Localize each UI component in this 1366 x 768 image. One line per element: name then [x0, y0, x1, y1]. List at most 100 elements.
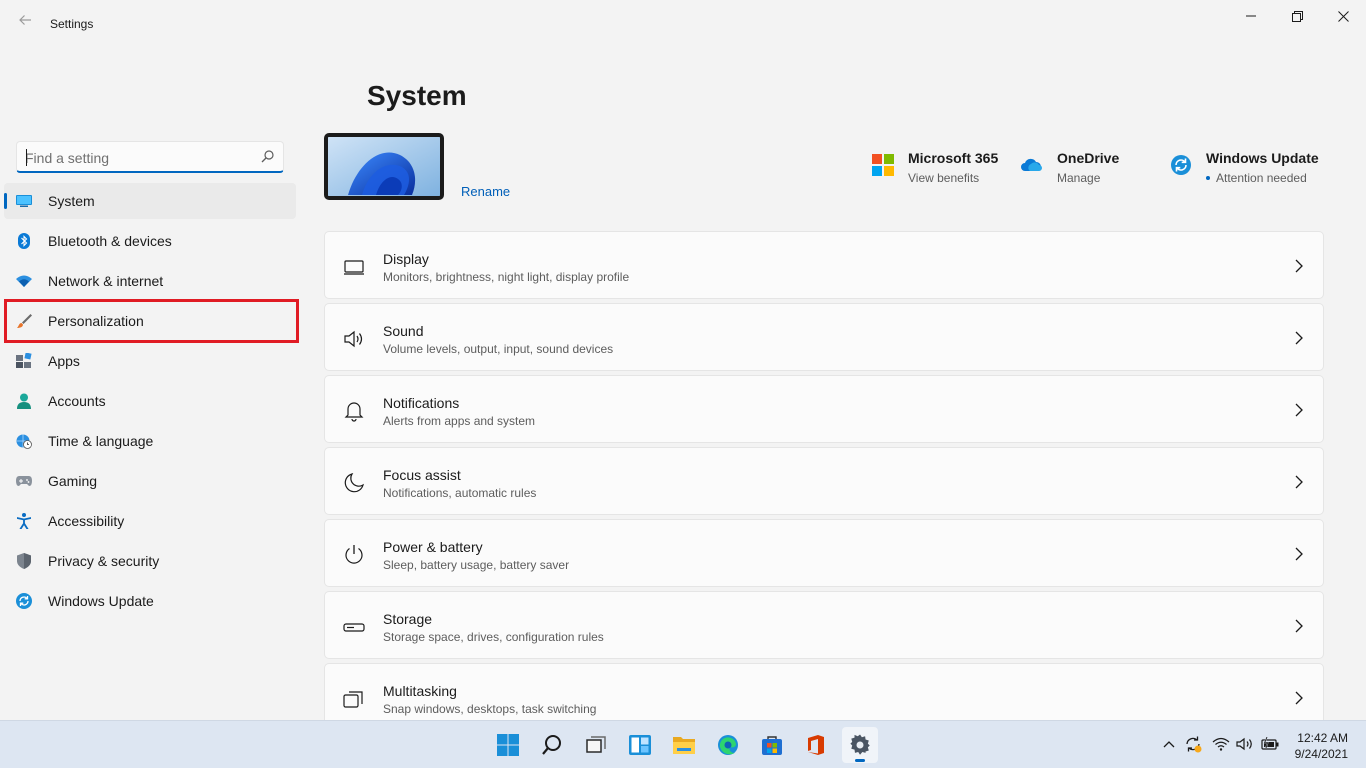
quick-link-title: OneDrive: [1057, 150, 1120, 166]
store-icon: [762, 736, 782, 755]
power-icon: [345, 545, 363, 564]
system-icon: [16, 193, 32, 209]
quick-link-title: Microsoft 365: [908, 150, 999, 166]
card-sound[interactable]: Sound Volume levels, output, input, soun…: [324, 303, 1324, 371]
sidebar-item-gaming[interactable]: Gaming: [4, 463, 296, 499]
sidebar-nav: System Bluetooth & devices Network & int…: [4, 183, 296, 623]
card-storage[interactable]: Storage Storage space, drives, configura…: [324, 591, 1324, 659]
back-arrow-icon[interactable]: [14, 12, 36, 34]
apps-icon: [16, 353, 32, 369]
task-view-icon: [586, 736, 606, 753]
chevron-right-icon: [1295, 403, 1303, 417]
chevron-right-icon: [1295, 475, 1303, 489]
file-explorer-button[interactable]: [666, 727, 702, 763]
sidebar-item-label: Personalization: [48, 313, 144, 329]
card-title: Power & battery: [383, 539, 483, 555]
taskbar-clock[interactable]: 12:42 AM 9/24/2021: [1295, 730, 1348, 762]
search-icon[interactable]: [261, 150, 274, 163]
drive-icon: [343, 623, 365, 632]
app-title: Settings: [50, 17, 94, 31]
store-button[interactable]: [754, 727, 790, 763]
sidebar-item-personalization[interactable]: Personalization: [4, 303, 296, 339]
show-hidden-icons-button[interactable]: [1160, 735, 1178, 753]
sidebar-item-label: Privacy & security: [48, 553, 160, 569]
card-title: Display: [383, 251, 429, 267]
monitor-icon: [344, 260, 364, 275]
card-title: Multitasking: [383, 683, 457, 699]
taskbar-search-button[interactable]: [534, 727, 570, 763]
speaker-icon: [344, 330, 363, 348]
wifi-tray-icon: [1212, 737, 1230, 751]
card-title: Sound: [383, 323, 424, 339]
onedrive-cloud-icon: [1021, 158, 1042, 171]
sidebar-item-accessibility[interactable]: Accessibility: [4, 503, 296, 539]
card-subtitle: Volume levels, output, input, sound devi…: [383, 342, 614, 356]
volume-icon: [1236, 737, 1252, 751]
card-power-battery[interactable]: Power & battery Sleep, battery usage, ba…: [324, 519, 1324, 587]
card-display[interactable]: Display Monitors, brightness, night ligh…: [324, 231, 1324, 299]
maximize-button[interactable]: [1274, 0, 1320, 32]
attention-dot-icon: [1206, 175, 1210, 180]
chevron-up-icon: [1163, 741, 1175, 748]
battery-tray-button[interactable]: [1261, 735, 1279, 753]
sidebar-item-label: Bluetooth & devices: [48, 233, 172, 249]
search-box[interactable]: [16, 141, 284, 173]
task-view-button[interactable]: [578, 727, 614, 763]
rename-link[interactable]: Rename: [461, 184, 510, 199]
sidebar-item-apps[interactable]: Apps: [4, 343, 296, 379]
edge-icon: [718, 735, 738, 755]
card-subtitle: Monitors, brightness, night light, displ…: [383, 270, 630, 284]
network-tray-button[interactable]: [1212, 735, 1230, 753]
settings-taskbar-button[interactable]: [842, 727, 878, 763]
multitask-icon: [343, 691, 363, 708]
battery-charging-icon: [1261, 737, 1279, 750]
moon-icon: [344, 473, 364, 493]
widgets-icon: [629, 735, 651, 755]
chevron-right-icon: [1295, 547, 1303, 561]
settings-gear-icon: [850, 734, 870, 755]
sidebar-item-network-internet[interactable]: Network & internet: [4, 263, 296, 299]
volume-tray-button[interactable]: [1236, 735, 1254, 753]
sidebar-item-label: Time & language: [48, 433, 154, 449]
sidebar-item-system[interactable]: System: [4, 183, 296, 219]
card-notifications[interactable]: Notifications Alerts from apps and syste…: [324, 375, 1324, 443]
sidebar-item-time-language[interactable]: Time & language: [4, 423, 296, 459]
close-button[interactable]: [1320, 0, 1366, 32]
quick-link-subtitle: View benefits: [908, 171, 980, 185]
card-title: Storage: [383, 611, 433, 627]
chevron-right-icon: [1295, 259, 1303, 273]
office-icon: [808, 735, 824, 755]
sidebar-item-privacy-security[interactable]: Privacy & security: [4, 543, 296, 579]
office-button[interactable]: [798, 727, 834, 763]
widgets-button[interactable]: [622, 727, 658, 763]
sidebar-item-windows-update[interactable]: Windows Update: [4, 583, 296, 619]
card-focus-assist[interactable]: Focus assist Notifications, automatic ru…: [324, 447, 1324, 515]
person-icon: [16, 393, 32, 409]
start-button[interactable]: [490, 727, 526, 763]
settings-list: Display Monitors, brightness, night ligh…: [324, 231, 1324, 735]
brush-icon: [16, 313, 32, 329]
page-title: System: [367, 80, 467, 111]
card-subtitle: Notifications, automatic rules: [383, 486, 537, 500]
clock-date: 9/24/2021: [1294, 747, 1348, 761]
title-bar: Settings: [0, 0, 1366, 48]
sidebar-item-label: Accounts: [48, 393, 106, 409]
sidebar-item-label: Windows Update: [48, 593, 154, 609]
search-input[interactable]: [25, 148, 253, 168]
edge-button[interactable]: [710, 727, 746, 763]
sidebar-item-bluetooth-devices[interactable]: Bluetooth & devices: [4, 223, 296, 259]
minimize-button[interactable]: [1228, 0, 1274, 32]
chevron-right-icon: [1295, 619, 1303, 633]
wifi-icon: [16, 273, 32, 289]
file-explorer-icon: [673, 737, 695, 754]
globe-clock-icon: [16, 433, 32, 449]
chevron-right-icon: [1295, 691, 1303, 705]
bluetooth-icon: [16, 233, 32, 249]
sync-status-button[interactable]: [1184, 735, 1202, 753]
accessibility-icon: [16, 513, 32, 529]
sidebar-item-accounts[interactable]: Accounts: [4, 383, 296, 419]
gamepad-icon: [16, 473, 32, 489]
quick-link-title: Windows Update: [1206, 150, 1319, 166]
search-icon: [542, 735, 561, 755]
shield-icon: [16, 553, 32, 569]
